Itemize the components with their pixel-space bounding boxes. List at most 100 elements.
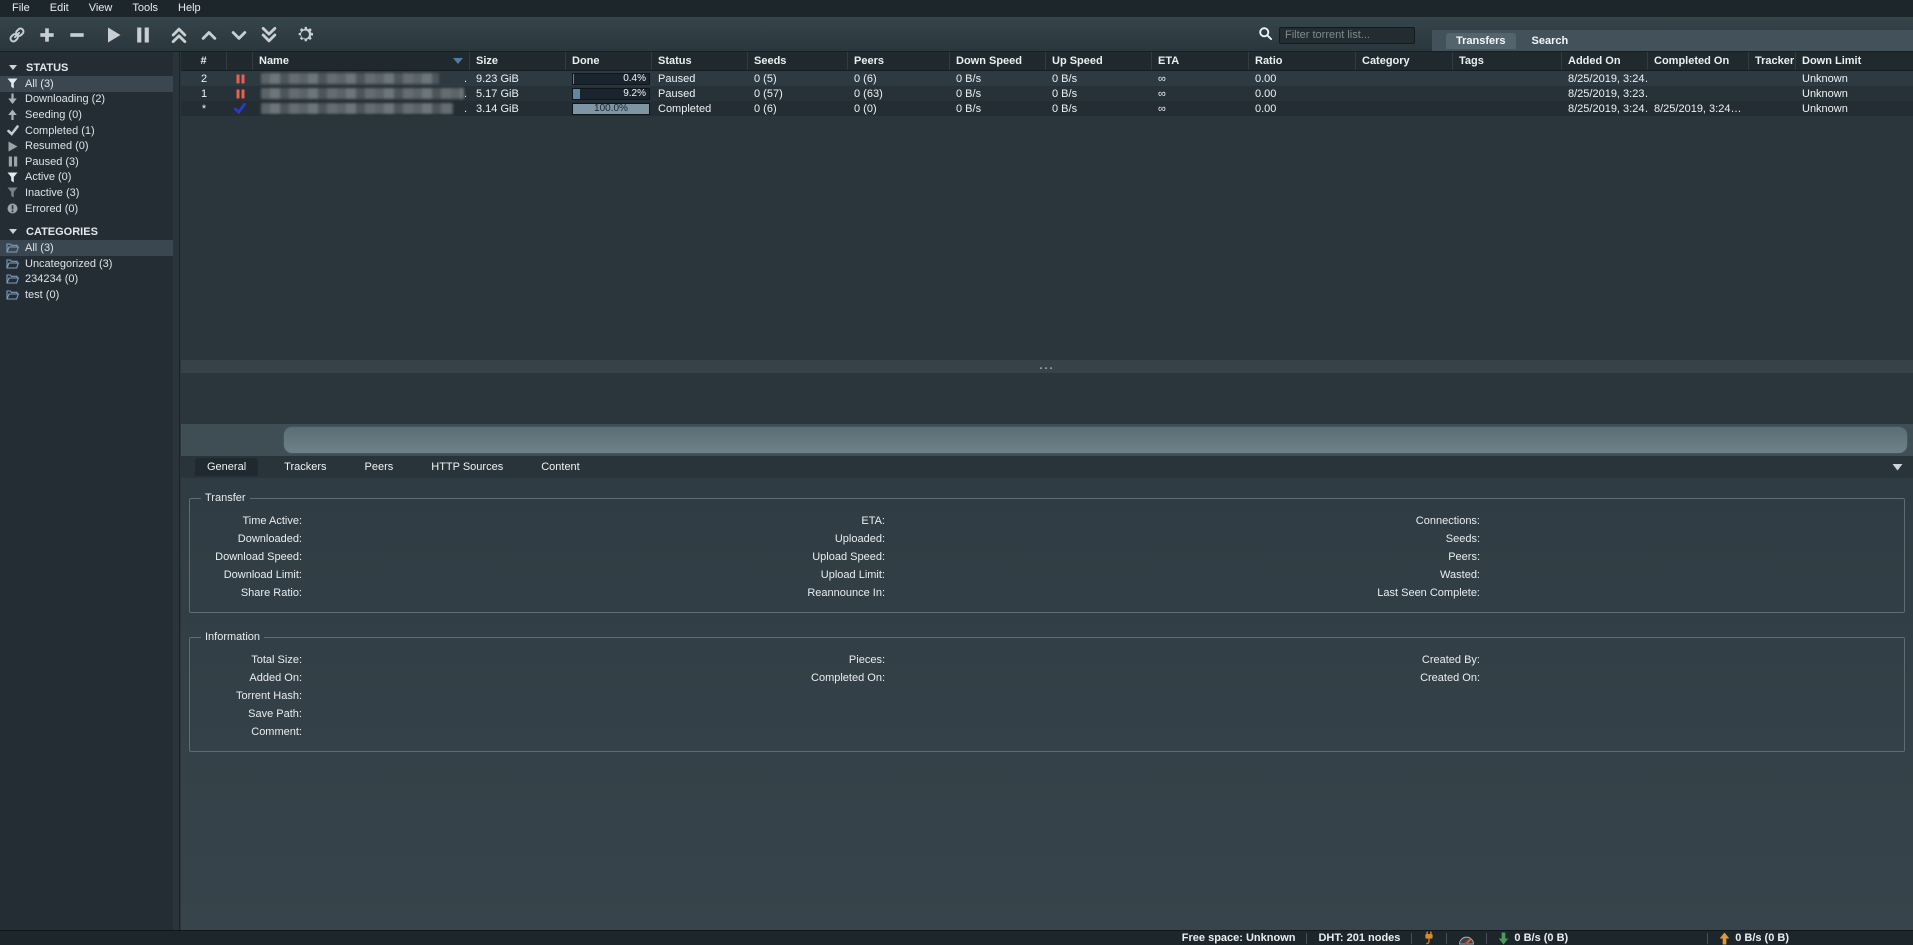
transfer-legend: Transfer (201, 492, 250, 504)
status-filter-all[interactable]: All (3) (0, 76, 179, 92)
tags-cell (1453, 86, 1562, 101)
status-filter-paused[interactable]: Paused (3) (0, 154, 179, 170)
filter-funnel-icon (6, 171, 19, 183)
column-header-number[interactable]: # (181, 52, 227, 70)
tab-trackers[interactable]: Trackers (272, 458, 338, 476)
torrent-filter-input[interactable] (1279, 27, 1415, 44)
pause-icon[interactable] (133, 24, 153, 46)
status-filter-seeding[interactable]: Seeding (0) (0, 107, 179, 123)
resume-icon[interactable] (103, 24, 123, 46)
status-filter-inactive[interactable]: Inactive (3) (0, 185, 179, 201)
up-speed-cell: 0 B/s (1046, 86, 1152, 101)
properties-tab-bar: General Trackers Peers HTTP Sources Cont… (181, 456, 1913, 478)
column-header-peers[interactable]: Peers (848, 52, 950, 70)
completed-on-cell: 8/25/2019, 3:24… (1648, 101, 1749, 116)
torrent-row[interactable]: 1 . 5.17 GiB 9.2% Paused 0 (57) 0 (63) 0… (181, 86, 1913, 101)
up-speed-cell: 0 B/s (1046, 71, 1152, 86)
column-header-eta[interactable]: ETA (1152, 52, 1249, 70)
peers-cell: 0 (63) (848, 86, 950, 101)
menu-help[interactable]: Help (168, 0, 211, 17)
progress-bar: 100.0% (572, 103, 650, 115)
splitter-grip-dots: ... (1039, 362, 1054, 371)
torrent-row[interactable]: 2 . 9.23 GiB 0.4% Paused 0 (5) 0 (6) 0 B… (181, 71, 1913, 86)
settings-gear-icon[interactable] (295, 24, 315, 46)
tab-transfers[interactable]: Transfers (1446, 33, 1516, 49)
menu-tools[interactable]: Tools (122, 0, 168, 17)
field-label: Time Active: (198, 515, 302, 527)
tab-peers[interactable]: Peers (353, 458, 406, 476)
horizontal-scrollbar-thumb[interactable] (283, 426, 1908, 454)
status-filter-completed[interactable]: Completed (1) (0, 123, 179, 139)
status-filter-errored[interactable]: Errored (0) (0, 201, 179, 217)
status-section-header[interactable]: STATUS (0, 59, 179, 76)
add-torrent-link-icon[interactable] (7, 24, 27, 46)
column-header-up-speed[interactable]: Up Speed (1046, 52, 1152, 70)
increase-priority-icon[interactable] (199, 24, 219, 46)
status-filter-resumed[interactable]: Resumed (0) (0, 138, 179, 154)
view-tab-bar: Transfers Search (1432, 30, 1913, 51)
menu-view[interactable]: View (79, 0, 123, 17)
category-all[interactable]: All (3) (0, 240, 179, 256)
eta-cell: ∞ (1152, 101, 1249, 116)
tab-general[interactable]: General (195, 458, 258, 476)
column-header-done[interactable]: Done (566, 52, 652, 70)
menu-edit[interactable]: Edit (40, 0, 79, 17)
column-header-name[interactable]: Name (253, 52, 470, 70)
delete-torrent-icon[interactable] (67, 24, 87, 46)
menu-file[interactable]: File (2, 0, 40, 17)
column-header-down-limit[interactable]: Down Limit (1796, 52, 1913, 70)
tab-content[interactable]: Content (529, 458, 592, 476)
paused-state-icon (227, 86, 253, 101)
category-test[interactable]: test (0) (0, 287, 179, 303)
down-limit-cell: Unknown (1796, 101, 1913, 116)
down-speed-cell: 0 B/s (950, 71, 1046, 86)
column-header-size[interactable]: Size (470, 52, 566, 70)
tab-http-sources[interactable]: HTTP Sources (419, 458, 515, 476)
upload-arrow-icon (6, 109, 19, 121)
bottom-priority-icon[interactable] (259, 24, 279, 46)
category-234234[interactable]: 234234 (0) (0, 272, 179, 288)
statusbar-separator (1707, 933, 1708, 944)
column-header-state-icon[interactable] (227, 52, 253, 70)
field-label: ETA: (770, 515, 885, 527)
redacted-torrent-name (261, 73, 439, 84)
field-label: Reannounce In: (770, 587, 885, 599)
seeds-cell: 0 (6) (748, 101, 848, 116)
column-header-seeds[interactable]: Seeds (748, 52, 848, 70)
tab-search[interactable]: Search (1522, 33, 1579, 49)
completed-check-icon (227, 101, 253, 116)
statusbar-separator (1446, 933, 1447, 944)
column-header-tags[interactable]: Tags (1453, 52, 1562, 70)
column-header-tracker[interactable]: Tracker (1749, 52, 1796, 70)
play-icon (6, 140, 19, 152)
folder-icon (6, 273, 19, 285)
column-header-down-speed[interactable]: Down Speed (950, 52, 1046, 70)
panel-collapse-chevron-icon[interactable] (1892, 463, 1903, 471)
alt-speed-limits-gauge-icon[interactable] (1458, 932, 1475, 945)
sort-descending-icon (453, 58, 463, 64)
information-fieldset: Information Total Size:Pieces:Created By… (189, 631, 1905, 752)
done-cell: 9.2% (566, 86, 652, 101)
checkmark-icon (6, 125, 19, 137)
column-header-status[interactable]: Status (652, 52, 748, 70)
categories-section-header[interactable]: CATEGORIES (0, 223, 179, 240)
horizontal-scrollbar-track[interactable] (181, 424, 1913, 456)
column-header-completed-on[interactable]: Completed On (1648, 52, 1749, 70)
column-header-added-on[interactable]: Added On (1562, 52, 1648, 70)
field-label: Seeds: (1275, 533, 1480, 545)
decrease-priority-icon[interactable] (229, 24, 249, 46)
search-icon (1258, 26, 1273, 44)
panel-splitter-handle[interactable]: ... (181, 360, 1913, 373)
torrent-row[interactable]: * . 3.14 GiB 100.0% Completed 0 (6) 0 (0… (181, 101, 1913, 116)
error-circle-icon (6, 203, 19, 215)
add-torrent-file-icon[interactable] (37, 24, 57, 46)
column-header-ratio[interactable]: Ratio (1249, 52, 1356, 70)
column-header-category[interactable]: Category (1356, 52, 1453, 70)
category-uncategorized[interactable]: Uncategorized (3) (0, 256, 179, 272)
status-filter-downloading[interactable]: Downloading (2) (0, 92, 179, 108)
status-filter-active[interactable]: Active (0) (0, 170, 179, 186)
field-label: Pieces: (770, 654, 885, 666)
top-priority-icon[interactable] (169, 24, 189, 46)
done-cell: 100.0% (566, 101, 652, 116)
field-label: Added On: (198, 672, 302, 684)
